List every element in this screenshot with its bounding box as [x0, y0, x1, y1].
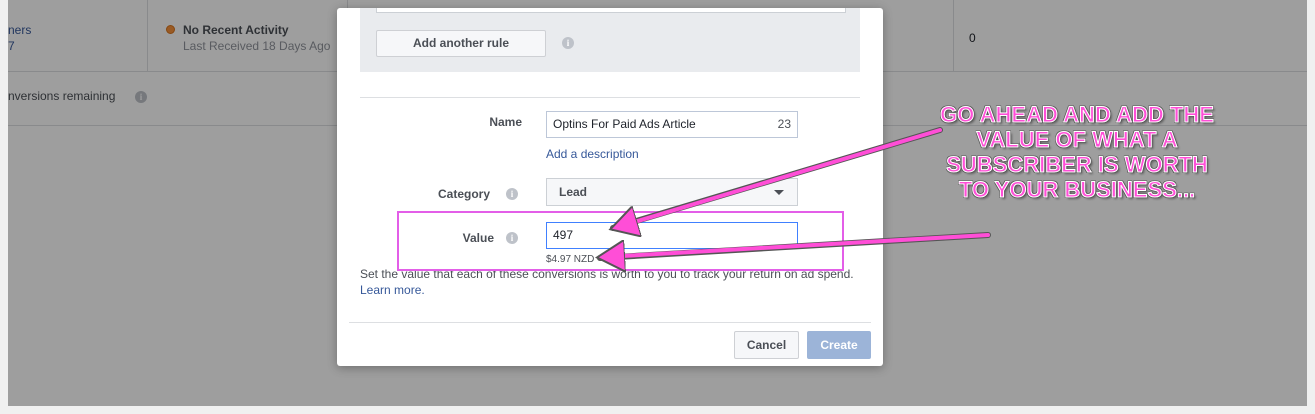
category-label: Category	[437, 187, 490, 201]
custom-conversion-dialog: Add another rule i Name Optins For Paid …	[337, 8, 883, 366]
character-counter: 23	[777, 117, 791, 131]
name-input-value: Optins For Paid Ads Article	[553, 117, 696, 131]
name-input[interactable]: Optins For Paid Ads Article 23	[546, 111, 798, 138]
name-label: Name	[489, 115, 522, 129]
category-selected-value: Lead	[559, 185, 588, 199]
category-select[interactable]: Lead	[546, 178, 798, 206]
info-icon[interactable]: i	[562, 37, 574, 49]
rules-section: Add another rule i	[360, 8, 860, 72]
info-icon[interactable]: i	[506, 188, 518, 200]
rule-table	[376, 8, 846, 13]
highlight-box	[397, 211, 844, 271]
annotation-text: GO AHEAD AND ADD THE VALUE OF WHAT A SUB…	[940, 102, 1215, 203]
create-button[interactable]: Create	[807, 331, 871, 359]
learn-more-link[interactable]: Learn more.	[360, 283, 425, 297]
cancel-button[interactable]: Cancel	[734, 331, 799, 359]
divider	[360, 97, 860, 98]
dropdown-caret-icon	[774, 190, 784, 195]
footer-divider	[349, 322, 871, 323]
add-another-rule-button[interactable]: Add another rule	[376, 30, 546, 57]
add-description-link[interactable]: Add a description	[546, 147, 639, 161]
